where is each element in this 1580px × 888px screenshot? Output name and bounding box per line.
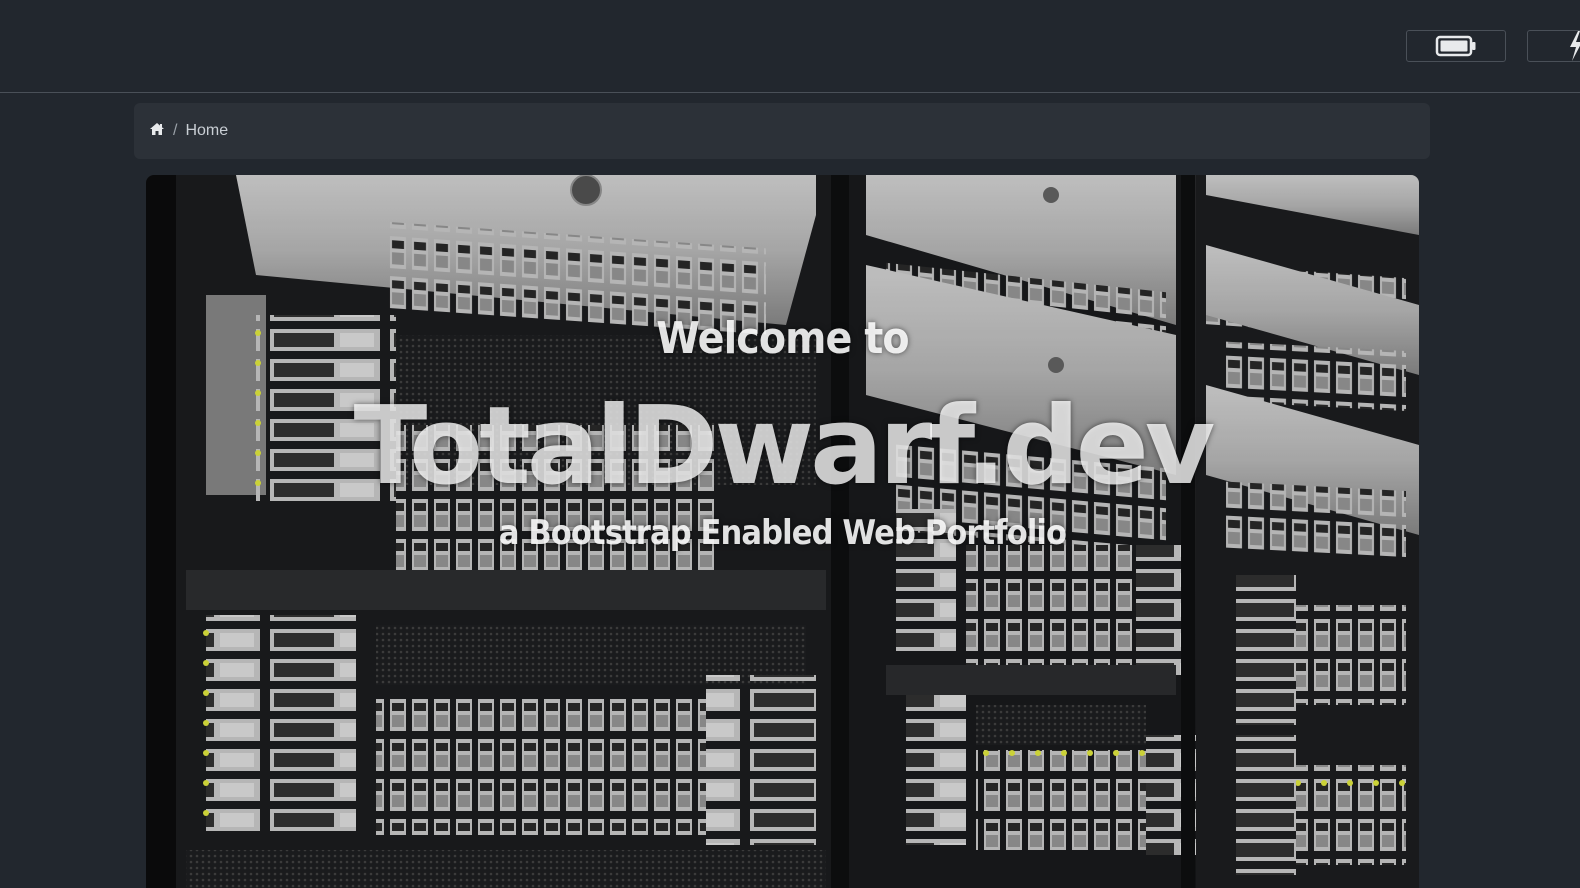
breadcrumb: / Home [134,103,1430,159]
hero-tagline: a Bootstrap Enabled Web Portfolio [498,513,1067,553]
home-icon[interactable] [149,122,165,141]
battery-button[interactable] [1406,30,1506,62]
hero-welcome: Welcome to [656,313,909,364]
hero-banner: Welcome to TotalDwarf.dev a Bootstrap En… [146,175,1419,888]
hero-brand-title: TotalDwarf.dev [353,384,1216,509]
lightning-bolt-icon [1570,31,1580,61]
breadcrumb-separator: / [173,122,178,139]
power-button[interactable] [1527,30,1580,62]
battery-icon [1435,35,1476,57]
top-navbar [0,0,1580,93]
breadcrumb-current: Home [185,122,229,139]
hero-text: Welcome to TotalDwarf.dev a Bootstrap En… [146,175,1419,888]
